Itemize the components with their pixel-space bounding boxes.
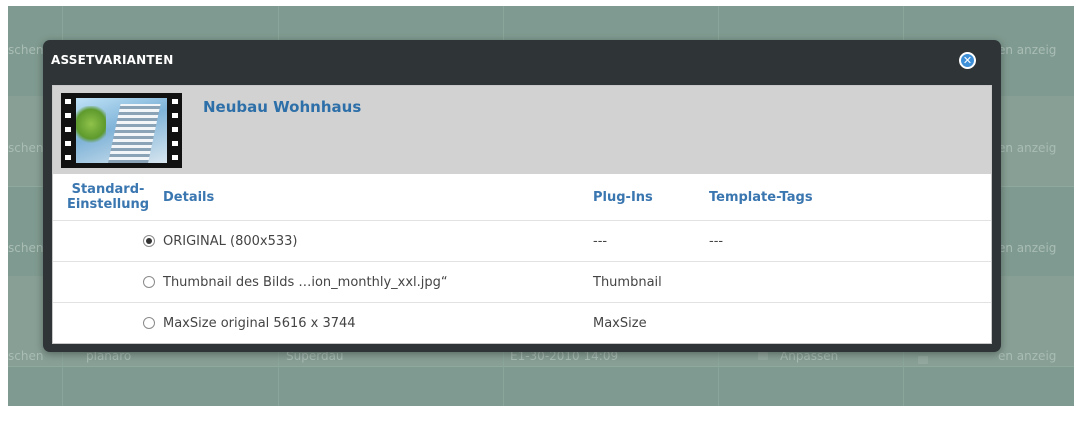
plugins-cell: Thumbnail	[593, 261, 709, 303]
asset-name: Neubau Wohnhaus	[203, 98, 362, 116]
background-label: schen	[8, 141, 44, 155]
column-header-plugins: Plug-Ins	[593, 189, 653, 205]
close-icon[interactable]: ✕	[959, 52, 976, 69]
background-label: schen	[8, 349, 44, 363]
default-radio[interactable]	[143, 317, 155, 329]
template-tags-cell: ---	[709, 220, 991, 262]
background-link: en anzeig	[998, 141, 1057, 155]
background-label: schen	[8, 43, 44, 57]
details-cell: MaxSize original 5616 x 3744	[163, 302, 593, 343]
table-row: Thumbnail des Bilds …ion_monthly_xxl.jpg…	[53, 261, 991, 303]
table-row: MaxSize original 5616 x 3744 MaxSize	[53, 302, 991, 343]
film-perforation	[65, 113, 71, 118]
default-cell	[53, 302, 163, 343]
column-header-details: Details	[163, 189, 215, 205]
variants-table: Standard- Einstellung Details Plug-Ins T…	[53, 174, 991, 343]
film-perforation	[65, 127, 71, 132]
default-cell	[53, 220, 163, 262]
film-perforation	[65, 99, 71, 104]
tree-shape	[76, 106, 106, 146]
edit-icon	[758, 352, 768, 360]
plugins-cell: MaxSize	[593, 302, 709, 343]
table-row: ORIGINAL (800x533) --- ---	[53, 220, 991, 262]
document-icon	[918, 356, 928, 364]
asset-variants-dialog: ASSETVARIANTEN ✕ Neubau Wohnhaus Standar…	[43, 40, 1001, 352]
background-link: en anzeig	[998, 241, 1057, 255]
background-link: en anzeig	[998, 43, 1057, 57]
template-tags-cell	[709, 302, 991, 343]
default-cell	[53, 261, 163, 303]
column-header-template-tags: Template-Tags	[709, 189, 813, 205]
default-radio[interactable]	[143, 235, 155, 247]
asset-header: Neubau Wohnhaus	[53, 86, 991, 174]
background-link: en anzeig	[998, 349, 1057, 363]
header-default-line1: Standard-	[71, 182, 145, 197]
building-shape	[107, 104, 161, 163]
film-perforation	[65, 141, 71, 146]
background-label: schen	[8, 241, 44, 255]
template-tags-cell	[709, 261, 991, 303]
dialog-title: ASSETVARIANTEN	[51, 53, 174, 67]
film-perforation	[65, 155, 71, 160]
header-default-line2: Einstellung	[66, 197, 150, 212]
film-perforation	[172, 155, 178, 160]
film-perforation	[172, 113, 178, 118]
film-perforation	[172, 127, 178, 132]
video-thumbnail-icon	[61, 93, 182, 168]
dialog-content: Neubau Wohnhaus Standard- Einstellung De…	[52, 85, 992, 344]
thumbnail-image	[76, 98, 167, 163]
film-perforation	[172, 141, 178, 146]
details-cell: Thumbnail des Bilds …ion_monthly_xxl.jpg…	[163, 261, 593, 303]
default-radio[interactable]	[143, 276, 155, 288]
film-perforation	[172, 99, 178, 104]
column-header-default: Standard- Einstellung	[53, 174, 163, 221]
plugins-cell: ---	[593, 220, 709, 262]
table-header-row: Standard- Einstellung Details Plug-Ins T…	[53, 174, 991, 221]
details-cell: ORIGINAL (800x533)	[163, 220, 593, 262]
